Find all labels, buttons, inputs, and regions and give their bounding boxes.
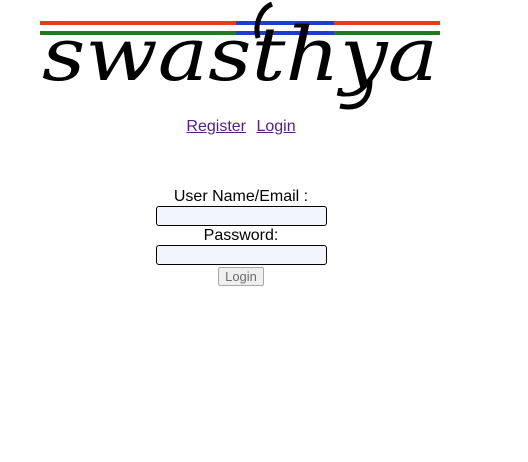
- username-label: User Name/Email :: [173, 188, 309, 205]
- swasthya-logo: swasthya: [40, 2, 442, 114]
- login-form: User Name/Email : Password: Login: [0, 187, 482, 286]
- password-label: Password:: [203, 227, 279, 244]
- login-link[interactable]: Login: [256, 118, 295, 135]
- login-button[interactable]: Login: [218, 267, 264, 286]
- auth-nav: Register Login: [0, 118, 482, 136]
- username-input[interactable]: [155, 206, 327, 226]
- logo-wordmark: swasthya: [42, 12, 438, 98]
- register-link[interactable]: Register: [186, 118, 246, 135]
- password-input[interactable]: [155, 245, 327, 265]
- logo-graphic: swasthya: [40, 2, 440, 110]
- page: swasthya Register Login User Name/Email …: [0, 0, 528, 462]
